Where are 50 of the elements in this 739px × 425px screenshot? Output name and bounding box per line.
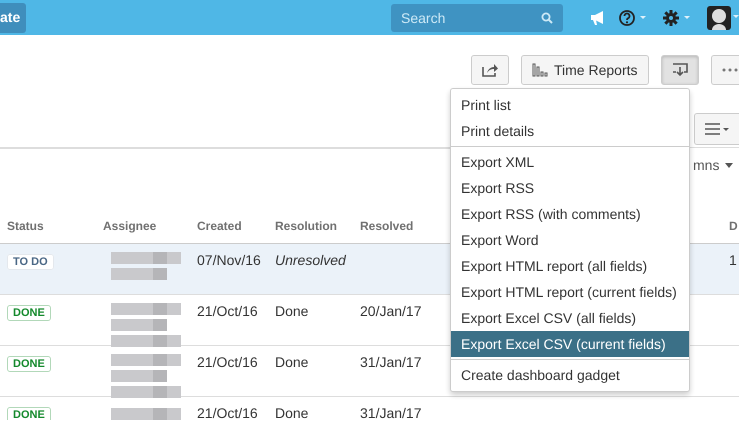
table-cell: 20/Jan/17	[360, 303, 422, 319]
table-cell: 21/Oct/16	[197, 354, 258, 370]
bar-chart-icon	[532, 63, 548, 77]
time-reports-button[interactable]: Time Reports	[521, 55, 649, 85]
table-cell: Done	[275, 405, 308, 420]
menu-item[interactable]: Export RSS	[451, 175, 689, 201]
export-button[interactable]	[660, 55, 699, 85]
menu-item[interactable]: Export XML	[451, 149, 689, 175]
share-button[interactable]	[471, 55, 509, 85]
settings-icon[interactable]	[663, 8, 691, 26]
menu-item[interactable]: Export Excel CSV (all fields)	[451, 305, 689, 331]
menu-item[interactable]: Create dashboard gadget	[451, 362, 689, 388]
table-cell: 07/Nov/16	[197, 252, 261, 268]
user-avatar-icon[interactable]	[707, 6, 739, 30]
column-header[interactable]: Resolved	[360, 219, 414, 233]
menu-item[interactable]: Print details	[451, 118, 689, 144]
table-cell: Unresolved	[275, 252, 346, 268]
more-button[interactable]	[710, 55, 739, 85]
status-lozenge: DONE	[7, 407, 51, 420]
status-lozenge: DONE	[7, 305, 51, 321]
share-icon	[482, 63, 498, 77]
table-cell: 31/Jan/17	[360, 405, 422, 420]
column-header[interactable]: Assignee	[103, 219, 156, 233]
column-header[interactable]: Resolution	[275, 219, 337, 233]
columns-button[interactable]: mns	[693, 155, 734, 176]
status-lozenge: DONE	[7, 356, 51, 372]
menu-item[interactable]: Export RSS (with comments)	[451, 201, 689, 227]
search-field[interactable]: Search	[391, 4, 563, 32]
search-icon	[541, 12, 553, 24]
menu-item[interactable]: Print list	[451, 92, 689, 118]
help-icon[interactable]	[619, 8, 647, 26]
table-row[interactable]: DONE 21/Oct/16 Done 31/Jan/17	[0, 397, 739, 420]
table-cell: 31/Jan/17	[360, 354, 422, 370]
column-header[interactable]: D	[729, 219, 738, 233]
column-header[interactable]: Created	[197, 219, 242, 233]
menu-icon	[705, 123, 729, 135]
table-cell: 21/Oct/16	[197, 303, 258, 319]
table-cell: 1	[729, 252, 737, 268]
caret-icon	[725, 163, 734, 168]
download-icon	[672, 63, 688, 77]
menu-item[interactable]: Export HTML report (all fields)	[451, 253, 689, 279]
more-icon	[722, 68, 738, 72]
table-cell: 21/Oct/16	[197, 405, 258, 420]
table-cell: Done	[275, 303, 308, 319]
column-header[interactable]: Status	[7, 219, 44, 233]
view-menu-button[interactable]	[694, 113, 739, 145]
menu-item[interactable]: Export Excel CSV (current fields)	[451, 331, 689, 357]
status-lozenge: TO DO	[7, 254, 54, 270]
table-cell: Done	[275, 354, 308, 370]
create-button[interactable]: ate	[0, 2, 26, 32]
